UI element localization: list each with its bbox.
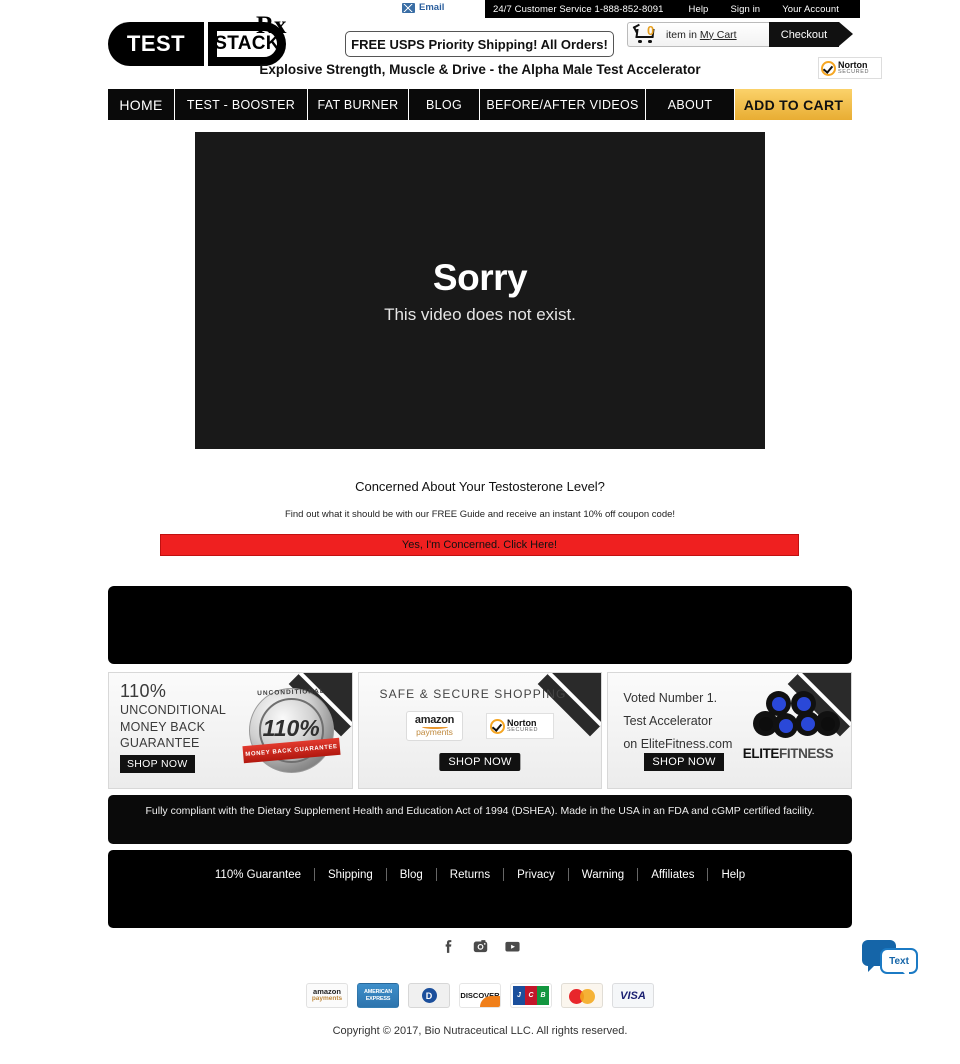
promo2-heading: SAFE & SECURE SHOPPING bbox=[379, 687, 567, 701]
cart-summary[interactable]: 0 item in My Cart bbox=[627, 22, 769, 47]
amazon-pay-line2: payments bbox=[311, 995, 343, 1003]
nav-item-blog[interactable]: BLOG bbox=[409, 89, 480, 120]
footer-link-warning[interactable]: Warning bbox=[569, 869, 637, 881]
promo1-line2: UNCONDITIONAL bbox=[120, 703, 227, 718]
promo3-shop-now-button[interactable]: SHOP NOW bbox=[644, 753, 724, 771]
chat-bubble-label: Text bbox=[880, 948, 918, 978]
cart-item-count: 0 bbox=[647, 22, 655, 38]
jcb-c: C bbox=[525, 986, 537, 1005]
jcb-b: B bbox=[537, 986, 549, 1005]
your-account-link[interactable]: Your Account bbox=[771, 4, 850, 15]
footer-link-help[interactable]: Help bbox=[708, 869, 758, 881]
norton-secured-badge-promo: Norton SECURED bbox=[486, 713, 554, 739]
logo-word-test: TEST bbox=[108, 22, 204, 66]
free-shipping-banner: FREE USPS Priority Shipping! All Orders! bbox=[345, 31, 614, 57]
payment-methods: amazon payments AMERICAN EXPRESS D DISCOV… bbox=[0, 983, 960, 1008]
checkmark-shield-icon bbox=[490, 718, 505, 734]
seal-number: 110% bbox=[262, 715, 320, 741]
concerned-subheading: Find out what it should be with our FREE… bbox=[284, 509, 676, 520]
checkout-arrow-decor bbox=[839, 22, 853, 46]
nav-item-add-to-cart[interactable]: ADD TO CART bbox=[735, 89, 852, 120]
instagram-icon[interactable] bbox=[472, 938, 489, 955]
promo-safe-secure-shopping[interactable]: SAFE & SECURE SHOPPING amazon payments N… bbox=[357, 672, 603, 789]
cart-text-prefix: item in bbox=[666, 28, 700, 41]
footer-link-affiliates[interactable]: Affiliates bbox=[638, 869, 707, 881]
amazon-payments-icon: amazon payments bbox=[306, 983, 348, 1008]
jcb-icon: J C B bbox=[510, 983, 552, 1008]
video-error-message: This video does not exist. bbox=[384, 304, 576, 324]
promo1-big-line: 110% bbox=[120, 681, 167, 701]
youtube-icon[interactable] bbox=[504, 938, 521, 955]
customer-service-phone: 24/7 Customer Service 1-888-852-8091 bbox=[493, 3, 664, 15]
amazon-badge-line2: payments bbox=[416, 727, 453, 738]
concerned-cta-button[interactable]: Yes, I'm Concerned. Click Here! bbox=[160, 534, 799, 556]
promo-boxes: 110% UNCONDITIONAL MONEY BACK GUARANTEE … bbox=[108, 672, 853, 789]
elite-word: ELITE bbox=[742, 746, 780, 761]
promo1-shop-now-button[interactable]: SHOP NOW bbox=[120, 755, 195, 773]
cart-bar: 0 item in My Cart Checkout bbox=[627, 22, 854, 47]
footer-link-returns[interactable]: Returns bbox=[437, 869, 503, 881]
site-logo[interactable]: TEST STACK Rx bbox=[108, 12, 294, 66]
amazon-payments-badge: amazon payments bbox=[406, 711, 463, 741]
promo-banner-placeholder[interactable] bbox=[108, 586, 852, 664]
promo2-shop-now-button[interactable]: SHOP NOW bbox=[439, 753, 521, 771]
promo-elitefitness-voted[interactable]: Voted Number 1. Test Accelerator on Elit… bbox=[607, 672, 853, 789]
mastercard-icon bbox=[561, 983, 603, 1008]
checkmark-shield-icon bbox=[821, 60, 836, 76]
norton-promo-subtitle: SECURED bbox=[507, 726, 539, 733]
nav-item-test-booster[interactable]: TEST - BOOSTER bbox=[175, 89, 308, 120]
discover-icon: DISCOVER bbox=[459, 983, 501, 1008]
norton-badge-subtitle: SECURED bbox=[838, 68, 870, 75]
elitefitness-logo-icon: ELITEFITNESS bbox=[735, 691, 841, 769]
page-root: 24/7 Customer Service 1-888-852-8091 Hel… bbox=[0, 0, 960, 1064]
logo-superscript-rx: Rx bbox=[256, 12, 287, 39]
shopping-cart-icon: 0 bbox=[632, 22, 664, 46]
video-error-title: Sorry bbox=[432, 256, 528, 298]
concerned-heading: Concerned About Your Testosterone Level? bbox=[355, 479, 605, 494]
email-link[interactable]: Email bbox=[402, 2, 444, 13]
guarantee-seal-icon: UNCONDITIONAL 110% MONEY BACK GUARANTEE bbox=[242, 682, 341, 779]
footer-link-blog[interactable]: Blog bbox=[387, 869, 436, 881]
footer-link-box: 110% Guarantee Shipping Blog Returns Pri… bbox=[108, 850, 852, 928]
diners-mark: D bbox=[421, 988, 437, 1003]
visa-icon: VISA bbox=[612, 983, 654, 1008]
my-cart-link[interactable]: My Cart bbox=[700, 29, 737, 41]
video-player-error[interactable]: Sorry This video does not exist. bbox=[195, 132, 765, 449]
social-links bbox=[0, 938, 960, 955]
diners-club-icon: D bbox=[408, 983, 450, 1008]
compliance-statement: Fully compliant with the Dietary Supplem… bbox=[108, 795, 852, 844]
facebook-icon[interactable] bbox=[440, 938, 457, 955]
norton-secured-badge-header[interactable]: Norton SECURED bbox=[818, 57, 882, 79]
american-express-icon: AMERICAN EXPRESS bbox=[357, 983, 399, 1008]
nav-item-fat-burner[interactable]: FAT BURNER bbox=[308, 89, 409, 120]
promo1-line3: MONEY BACK bbox=[120, 719, 206, 734]
promo-money-back-guarantee[interactable]: 110% UNCONDITIONAL MONEY BACK GUARANTEE … bbox=[108, 672, 353, 789]
nav-item-about[interactable]: ABOUT bbox=[646, 89, 735, 120]
footer-links: 110% Guarantee Shipping Blog Returns Pri… bbox=[108, 868, 852, 881]
nav-item-before-after-videos[interactable]: BEFORE/AFTER VIDEOS bbox=[480, 89, 646, 120]
main-navigation: HOME TEST - BOOSTER FAT BURNER BLOG BEFO… bbox=[108, 89, 852, 120]
discover-swoop-decor bbox=[480, 996, 500, 1007]
checkout-button[interactable]: Checkout bbox=[769, 22, 839, 47]
footer-link-shipping[interactable]: Shipping bbox=[315, 869, 386, 881]
chat-widget-button[interactable]: Text bbox=[862, 938, 920, 982]
cart-label: item in My Cart bbox=[666, 29, 737, 41]
copyright-text: Copyright © 2017, Bio Nutraceutical LLC.… bbox=[332, 1025, 628, 1037]
help-link[interactable]: Help bbox=[677, 4, 719, 15]
footer-link-privacy[interactable]: Privacy bbox=[504, 869, 568, 881]
envelope-icon bbox=[402, 2, 415, 13]
site-tagline: Explosive Strength, Muscle & Drive - the… bbox=[259, 62, 701, 77]
jcb-j: J bbox=[513, 986, 525, 1005]
footer-link-guarantee[interactable]: 110% Guarantee bbox=[202, 869, 314, 881]
sign-in-link[interactable]: Sign in bbox=[719, 4, 771, 15]
nav-item-home[interactable]: HOME bbox=[108, 89, 175, 120]
promo1-line4: GUARANTEE bbox=[120, 736, 200, 751]
utility-links: Help Sign in Your Account bbox=[677, 4, 850, 15]
fitness-word: FITNESS bbox=[779, 746, 834, 761]
email-link-label: Email bbox=[419, 2, 445, 13]
utility-bar: 24/7 Customer Service 1-888-852-8091 Hel… bbox=[485, 0, 860, 18]
